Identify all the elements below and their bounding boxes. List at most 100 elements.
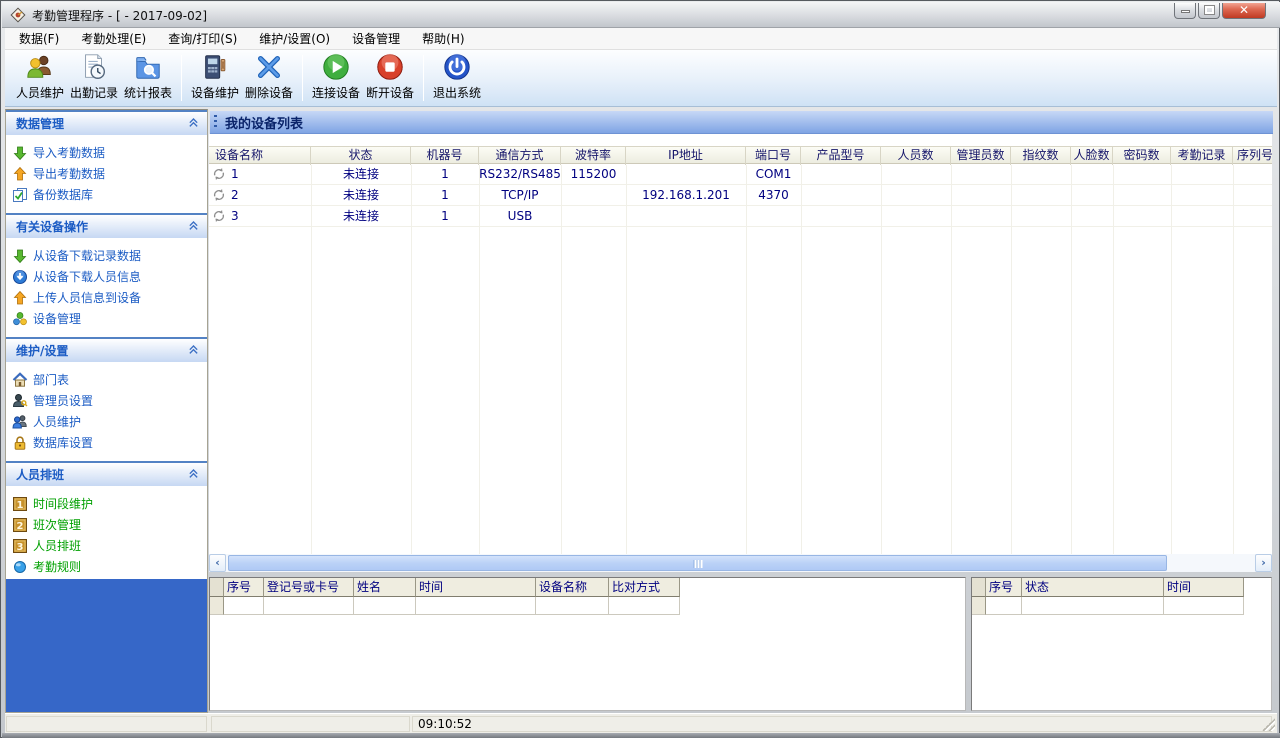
sidebar-section-items-0: 导入考勤数据导出考勤数据备份数据库 [6,135,207,213]
status-bar: 09:10:52 [5,713,1277,733]
bottom-column-header-2[interactable]: 时间 [1164,578,1244,597]
scrollbar-thumb[interactable] [228,555,1167,571]
menu-item-device-management[interactable]: 设备管理 [344,28,408,49]
sidebar-item-personnel-maintenance[interactable]: 人员维护 [12,411,207,432]
device-cell [1171,185,1233,206]
sidebar-item-upload-personnel-to-device[interactable]: 上传人员信息到设备 [12,287,207,308]
device-column-header-2[interactable]: 机器号 [411,147,479,165]
connect-device-button[interactable]: 连接设备 [309,52,363,104]
arrow-down-green-icon [12,248,28,264]
sidebar-item-backup-database[interactable]: 备份数据库 [12,184,207,205]
menu-item-attendance-processing[interactable]: 考勤处理(E) [73,28,154,49]
device-maintenance-button[interactable]: 设备维护 [188,52,242,104]
report-icon [133,52,163,82]
device-cell: USB [507,208,533,223]
sidebar-item-time-period-maintenance[interactable]: 1 时间段维护 [12,493,207,514]
close-button[interactable]: ✕ [1222,3,1266,19]
resize-grip-icon[interactable] [1262,718,1275,731]
sidebar-section-header-2[interactable]: 维护/设置 [6,337,207,362]
bottom-column-header-4[interactable]: 设备名称 [536,578,609,597]
device-cell: 192.168.1.201 [642,187,730,202]
device-cell [1233,164,1272,185]
sidebar-item-export-attendance-data[interactable]: 导出考勤数据 [12,163,207,184]
bottom-column-header-2[interactable]: 姓名 [354,578,416,597]
device-column-header-13[interactable]: 考勤记录 [1171,147,1233,165]
sidebar-item-shift-management[interactable]: 2 班次管理 [12,514,207,535]
section-title: 维护/设置 [16,344,69,358]
menu-item-data[interactable]: 数据(F) [11,28,67,49]
row-selector-cell[interactable] [972,597,986,615]
disconnect-device-button[interactable]: 断开设备 [363,52,417,104]
chevron-up-double-icon[interactable] [188,344,199,358]
connect-play-icon [321,52,351,82]
chevron-up-double-icon[interactable] [188,468,199,482]
scroll-right-button[interactable]: › [1255,554,1272,572]
device-column-header-1[interactable]: 状态 [311,147,411,165]
device-column-header-6[interactable]: 端口号 [746,147,801,165]
device-column-header-8[interactable]: 人员数 [881,147,951,165]
bottom-column-header-0[interactable]: 序号 [224,578,264,597]
row-selector-cell[interactable] [210,597,224,615]
exit-system-button[interactable]: 退出系统 [430,52,484,104]
device-cell [1071,185,1113,206]
menu-item-maintenance-settings[interactable]: 维护/设置(O) [251,28,338,49]
device-column-header-5[interactable]: IP地址 [626,147,746,165]
device-cell [881,164,951,185]
device-column-header-9[interactable]: 管理员数 [951,147,1011,165]
bottom-column-header-1[interactable]: 登记号或卡号 [264,578,354,597]
sidebar-item-download-records-from-device[interactable]: 从设备下载记录数据 [12,245,207,266]
device-column-header-14[interactable]: 序列号 [1233,147,1272,165]
empty-cell [354,597,416,615]
drag-grip-icon[interactable] [214,114,217,130]
device-column-header-0[interactable]: 设备名称 [209,147,311,165]
sidebar-item-label: 考勤规则 [33,560,82,574]
maximize-button[interactable] [1198,3,1220,19]
sidebar-item-personnel-scheduling[interactable]: 3 人员排班 [12,535,207,556]
device-column-header-7[interactable]: 产品型号 [801,147,881,165]
sidebar-item-administrator-settings[interactable]: 管理员设置 [12,390,207,411]
sidebar-section-header-3[interactable]: 人员排班 [6,461,207,486]
device-cell [1011,185,1071,206]
chevron-up-double-icon[interactable] [188,220,199,234]
menu-item-help[interactable]: 帮助(H) [414,28,472,49]
delete-device-button[interactable]: 删除设备 [242,52,296,104]
sidebar-item-label: 导出考勤数据 [33,167,106,181]
bottom-column-header-1[interactable]: 状态 [1022,578,1164,597]
sidebar-item-import-attendance-data[interactable]: 导入考勤数据 [12,142,207,163]
menu-item-query-print[interactable]: 查询/打印(S) [160,28,245,49]
sidebar-section-header-1[interactable]: 有关设备操作 [6,213,207,238]
maximize-icon [1203,5,1215,15]
empty-cell [264,597,354,615]
bottom-column-header-5[interactable]: 比对方式 [609,578,680,597]
scroll-left-button[interactable]: ‹ [209,554,226,572]
device-column-header-10[interactable]: 指纹数 [1011,147,1071,165]
sidebar-item-download-personnel-from-device[interactable]: 从设备下载人员信息 [12,266,207,287]
device-name-cell: 1 [209,164,311,185]
sidebar-section-items-1: 从设备下载记录数据 从设备下载人员信息 上传人员信息到设备 设备管理 [6,238,207,337]
personnel-maintenance-button[interactable]: 人员维护 [13,52,67,104]
device-column-header-11[interactable]: 人脸数 [1071,147,1113,165]
sidebar-item-attendance-rules[interactable]: 考勤规则 [12,556,207,577]
people-icon [25,52,55,82]
realtime-records-table: 序号 登记号或卡号 姓名 时间 设备名称 比对方式 [209,577,966,711]
empty-cell [224,597,264,615]
sidebar-item-database-settings[interactable]: 数据库设置 [12,432,207,453]
statistical-reports-button[interactable]: 统计报表 [121,52,175,104]
sidebar-item-device-management[interactable]: 设备管理 [12,308,207,329]
close-icon: ✕ [1238,3,1250,17]
device-cell [626,164,746,185]
chevron-up-double-icon[interactable] [188,117,199,131]
device-column-header-3[interactable]: 通信方式 [479,147,561,165]
horizontal-scrollbar[interactable]: ‹ › [209,554,1272,572]
device-column-header-4[interactable]: 波特率 [561,147,626,165]
column-grid-line [1071,165,1072,554]
sidebar-section-header-0[interactable]: 数据管理 [6,110,207,135]
device-column-header-12[interactable]: 密码数 [1113,147,1171,165]
device-cell [951,206,1011,227]
sidebar-item-department-table[interactable]: 部门表 [12,369,207,390]
bottom-column-header-3[interactable]: 时间 [416,578,536,597]
attendance-records-button[interactable]: 出勤记录 [67,52,121,104]
column-grid-line [479,165,480,554]
minimize-button[interactable] [1174,3,1196,19]
bottom-column-header-0[interactable]: 序号 [986,578,1022,597]
